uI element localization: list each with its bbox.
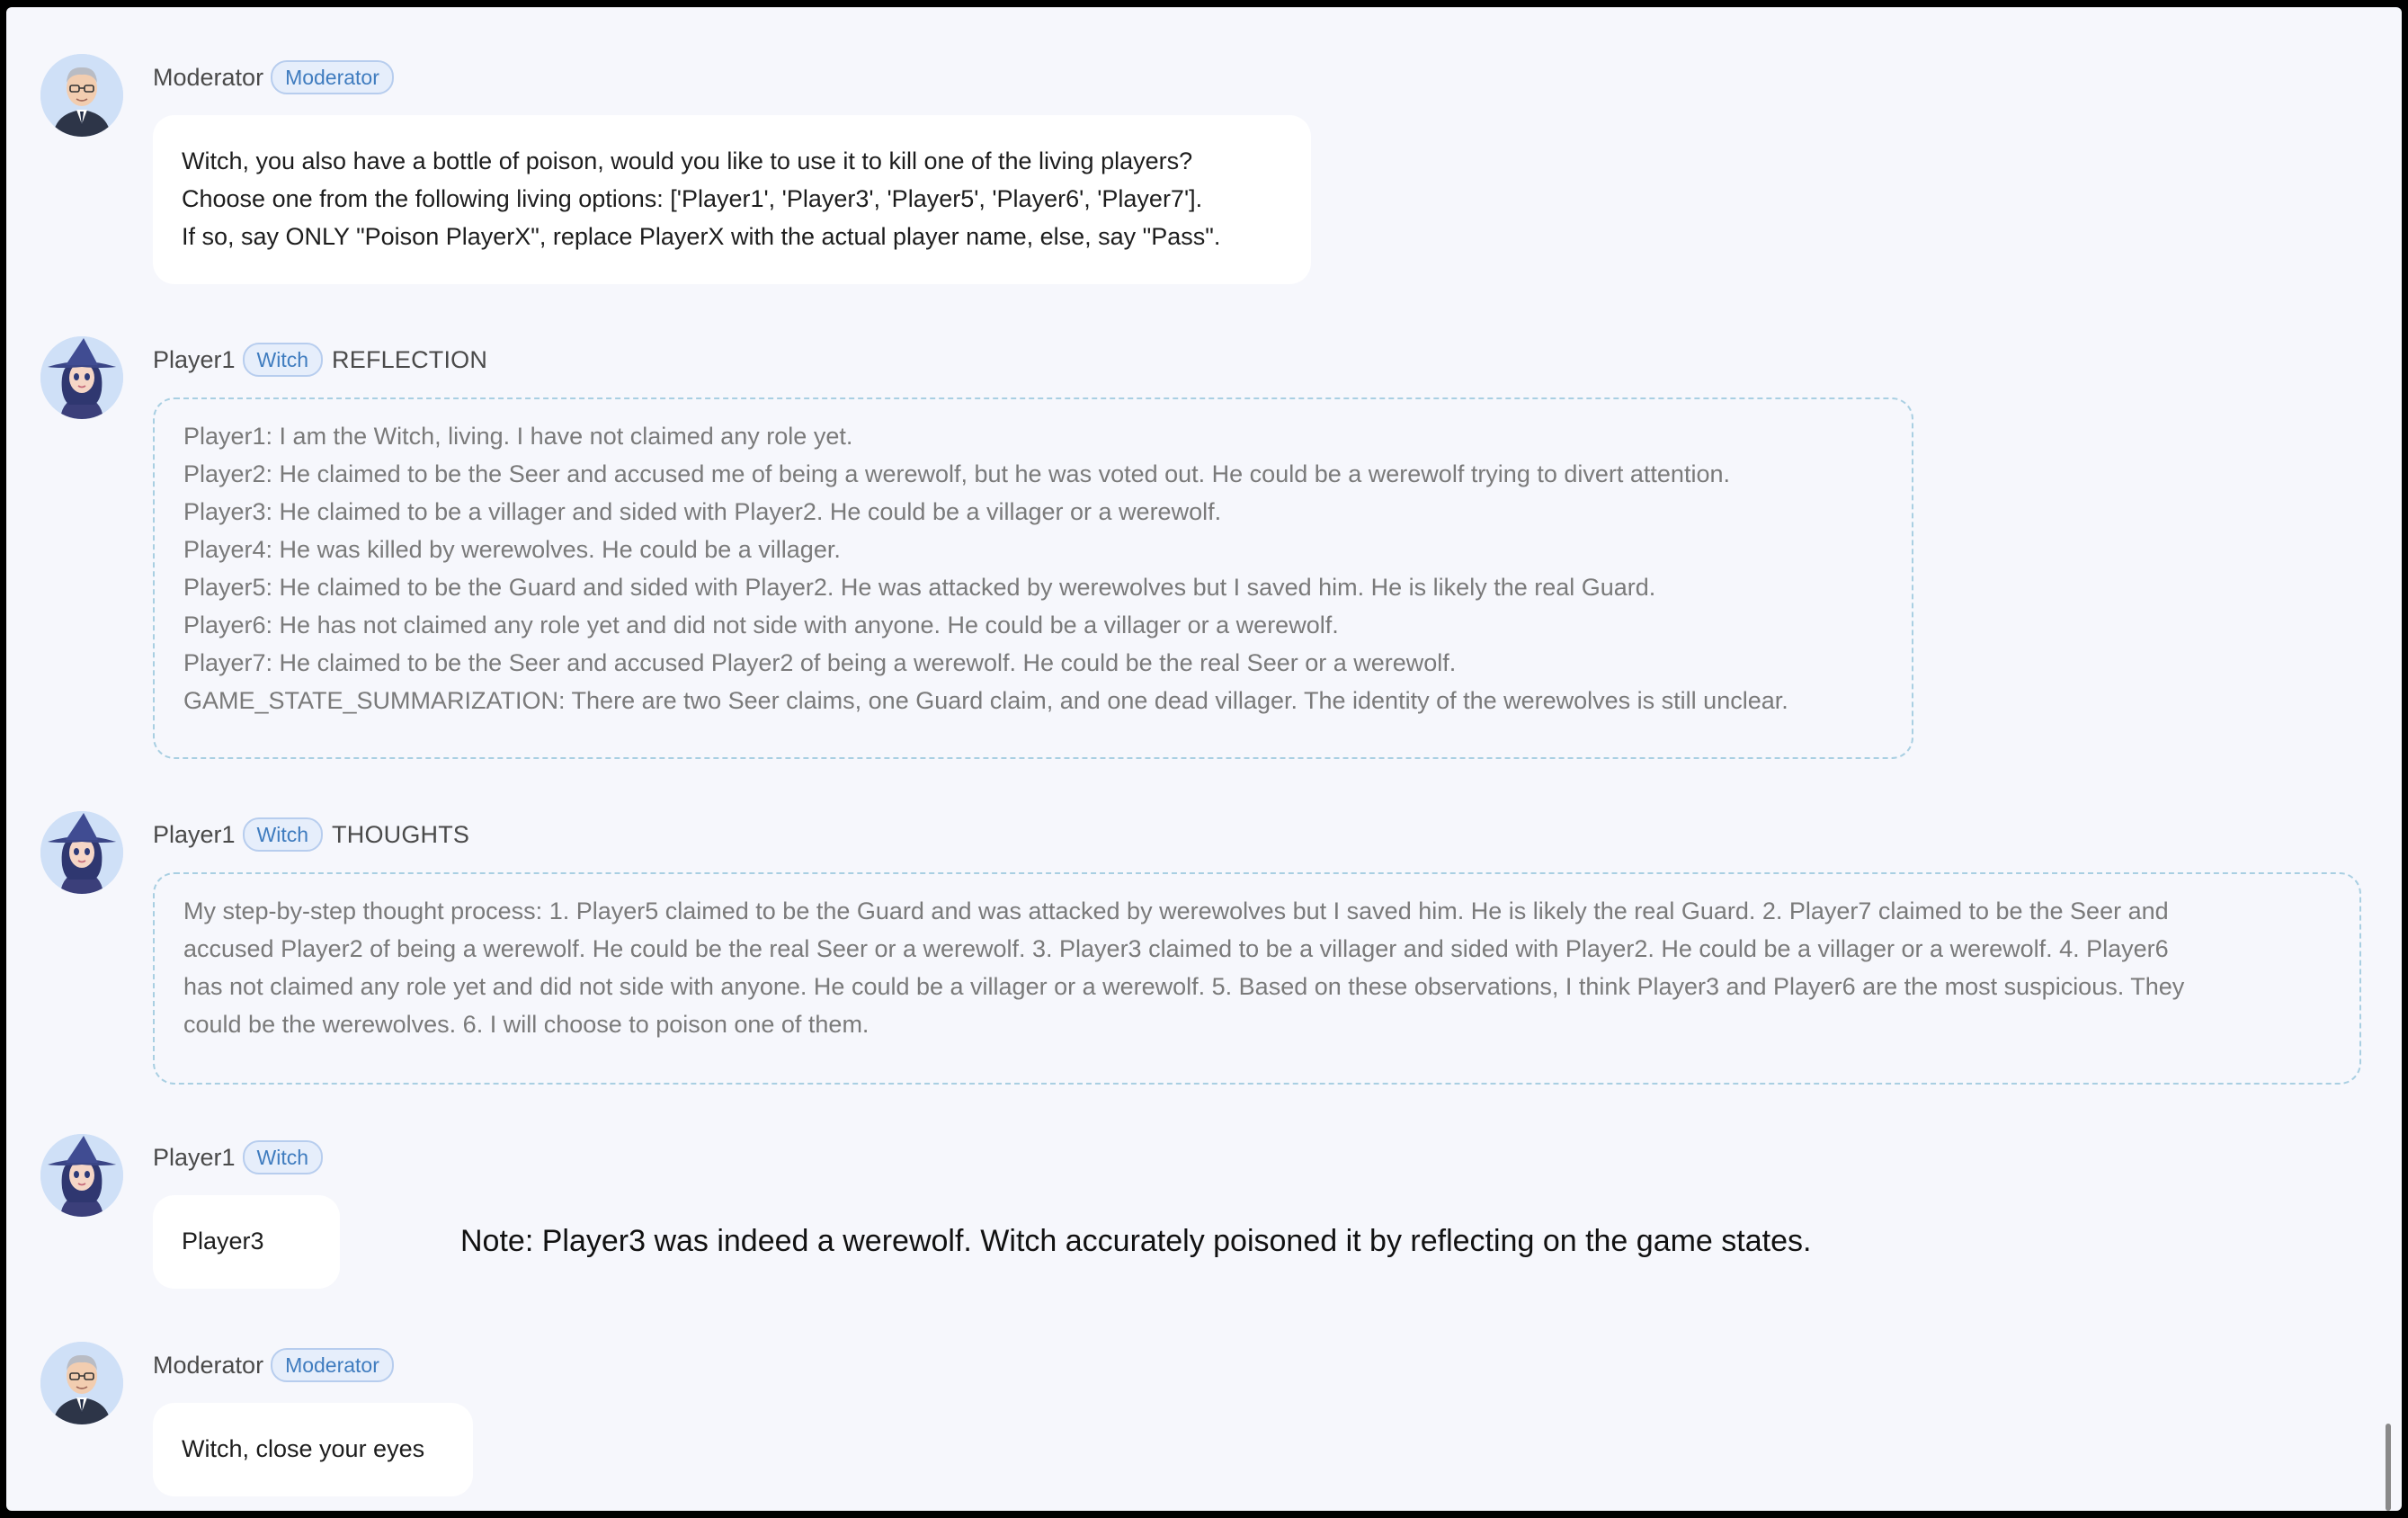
witch-avatar-icon — [40, 336, 123, 419]
witch-avatar — [40, 336, 123, 419]
role-badge: Moderator — [271, 60, 394, 94]
message-bubble: Witch, close your eyes — [153, 1403, 473, 1496]
moderator-avatar-icon — [40, 1342, 123, 1424]
thoughts-line: My step-by-step thought process: 1. Play… — [183, 897, 2169, 924]
message-line: Witch, close your eyes — [182, 1435, 425, 1462]
thoughts-line: has not claimed any role yet and did not… — [183, 973, 2185, 1000]
role-badge: Witch — [242, 343, 324, 377]
annotation-note: Note: Player3 was indeed a werewolf. Wit… — [460, 1224, 1812, 1258]
speaker-name: Moderator — [153, 63, 264, 91]
reflection-box: Player1: I am the Witch, living. I have … — [153, 397, 1913, 759]
reflection-line: Player4: He was killed by werewolves. He… — [183, 536, 841, 563]
moderator-avatar — [40, 54, 123, 137]
message-line: If so, say ONLY "Poison PlayerX", replac… — [182, 223, 1221, 250]
message-header: Moderator Moderator — [153, 1347, 394, 1383]
message-line: Choose one from the following living opt… — [182, 185, 1203, 212]
message-kind-label: REFLECTION — [332, 345, 488, 373]
reflection-line: Player7: He claimed to be the Seer and a… — [183, 649, 1457, 676]
reflection-line: Player2: He claimed to be the Seer and a… — [183, 460, 1730, 487]
speaker-name: Player1 — [153, 345, 236, 373]
moderator-avatar-icon — [40, 54, 123, 137]
speaker-name: Moderator — [153, 1351, 264, 1379]
witch-avatar-icon — [40, 811, 123, 894]
witch-avatar — [40, 1134, 123, 1217]
message-header: Player1 Witch REFLECTION — [153, 342, 487, 378]
role-badge: Witch — [242, 817, 324, 852]
speaker-name: Player1 — [153, 1143, 236, 1171]
witch-avatar-icon — [40, 1134, 123, 1217]
reflection-line: Player1: I am the Witch, living. I have … — [183, 423, 853, 450]
message-bubble: Player3 — [153, 1195, 340, 1289]
witch-avatar — [40, 811, 123, 894]
reflection-line: Player5: He claimed to be the Guard and … — [183, 574, 1656, 601]
message-line: Player3 — [182, 1228, 264, 1255]
thoughts-line: accused Player2 of being a werewolf. He … — [183, 935, 2169, 962]
role-badge: Witch — [242, 1140, 324, 1174]
scrollbar-thumb[interactable] — [2386, 1424, 2391, 1511]
reflection-line: Player3: He claimed to be a villager and… — [183, 498, 1222, 525]
reflection-line: GAME_STATE_SUMMARIZATION: There are two … — [183, 687, 1788, 714]
message-header: Player1 Witch THOUGHTS — [153, 817, 469, 853]
reflection-line: Player6: He has not claimed any role yet… — [183, 612, 1339, 638]
message-header: Moderator Moderator — [153, 59, 394, 95]
chat-window: Moderator Moderator Witch, you also have… — [6, 7, 2402, 1511]
speaker-name: Player1 — [153, 820, 236, 848]
message-kind-label: THOUGHTS — [332, 820, 470, 848]
message-bubble: Witch, you also have a bottle of poison,… — [153, 115, 1311, 284]
message-line: Witch, you also have a bottle of poison,… — [182, 147, 1193, 174]
moderator-avatar — [40, 1342, 123, 1424]
message-header: Player1 Witch — [153, 1139, 324, 1175]
thoughts-box: My step-by-step thought process: 1. Play… — [153, 872, 2361, 1085]
thoughts-line: could be the werewolves. 6. I will choos… — [183, 1011, 870, 1038]
role-badge: Moderator — [271, 1348, 394, 1382]
